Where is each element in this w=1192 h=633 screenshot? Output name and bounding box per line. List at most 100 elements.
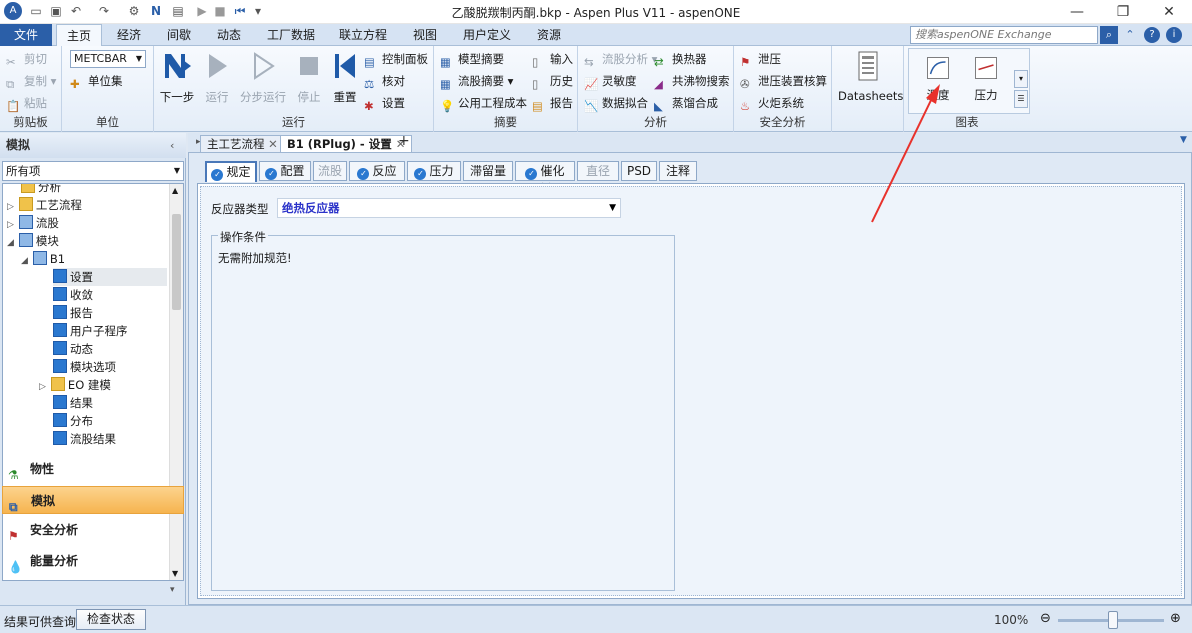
tab-menu-icon[interactable]: ▼ <box>1180 135 1187 145</box>
unit-set-select[interactable]: METCBAR ▼ <box>70 50 146 68</box>
flare-system-button[interactable]: ♨ 火炬系统 <box>740 94 804 113</box>
relief-rating-button[interactable]: ✇ 泄压装置核算 <box>740 72 827 91</box>
nav-properties[interactable]: ⚗ 物性 <box>2 455 184 483</box>
minimize-button[interactable]: — <box>1054 0 1100 24</box>
menu-home[interactable]: 主页 <box>56 24 102 46</box>
tree-item-dynamic[interactable]: 动态 <box>53 340 93 358</box>
nav-safety-analysis[interactable]: ⚑ 安全分析 <box>2 516 184 544</box>
heat-exchanger-button[interactable]: ⇄ 换热器 <box>654 50 707 69</box>
check-status-button[interactable]: 检查状态 <box>76 609 146 630</box>
tree-item-results[interactable]: 结果 <box>53 394 93 412</box>
close-button[interactable]: ✕ <box>1146 0 1192 24</box>
tree-item-profiles[interactable]: 分布 <box>53 412 93 430</box>
model-summary-button[interactable]: ▦ 模型摘要 <box>440 50 504 69</box>
tab-pressure[interactable]: ✓ 压力 <box>407 161 461 181</box>
tree-item-b1[interactable]: ◢ B1 <box>21 250 65 268</box>
sensitivity-button[interactable]: 📈 灵敏度 <box>584 72 637 91</box>
tree-item-user-subroutines[interactable]: 用户子程序 <box>53 322 128 340</box>
expand-icon[interactable]: ▷ <box>7 202 14 212</box>
tab-diameter[interactable]: 直径 <box>577 161 619 181</box>
azeotrope-search-button[interactable]: ◢ 共沸物搜索 <box>654 72 730 91</box>
stream-analysis-button[interactable]: ⇆ 流股分析 ▾ <box>584 50 657 69</box>
close-tab-icon[interactable]: ✕ <box>268 137 278 151</box>
history-button[interactable]: ▯ 历史 <box>532 72 573 91</box>
tree-item-stream-results[interactable]: 流股结果 <box>53 430 116 448</box>
tree-item-report[interactable]: 报告 <box>53 304 93 322</box>
collapse-icon[interactable]: ◢ <box>21 256 28 266</box>
collapse-ribbon-icon[interactable]: ⌃ <box>1122 27 1138 43</box>
pressure-plot-button[interactable]: 压力 <box>966 56 1006 103</box>
zoom-slider-thumb[interactable] <box>1108 611 1118 629</box>
tree-item-convergence[interactable]: 收敛 <box>53 286 93 304</box>
help-icon[interactable]: ? <box>1144 27 1160 43</box>
run-button[interactable]: 运行 <box>200 50 234 105</box>
datasheets-button[interactable]: Datasheets <box>838 50 903 103</box>
nav-filter-select[interactable]: 所有项 ▼ <box>2 161 184 181</box>
pressure-relief-button[interactable]: ⚑ 泄压 <box>740 50 781 69</box>
tab-specifications[interactable]: ✓ 规定 <box>205 161 257 182</box>
about-icon[interactable]: i <box>1166 27 1182 43</box>
expand-icon[interactable]: ▷ <box>39 382 46 392</box>
menu-economics[interactable]: 经济 <box>106 24 152 46</box>
menu-file[interactable]: 文件 <box>0 24 52 46</box>
tab-configuration[interactable]: ✓ 配置 <box>259 161 311 181</box>
menu-batch[interactable]: 间歇 <box>156 24 202 46</box>
reactor-type-select[interactable]: 绝热反应器 ▼ <box>277 198 621 218</box>
menu-view[interactable]: 视图 <box>402 24 448 46</box>
copy-button[interactable]: ⧉ 复制 ▾ <box>6 72 56 91</box>
tab-catalyst[interactable]: ✓催化剂 <box>515 161 575 196</box>
tab-psd[interactable]: PSD <box>621 161 657 181</box>
nav-more-icon[interactable]: ▾ <box>170 585 175 595</box>
gallery-scroll-down[interactable]: ▾ <box>1014 70 1028 88</box>
report-button[interactable]: ▤ 报告 <box>532 94 573 113</box>
reconcile-button[interactable]: ⚖ 核对 <box>364 72 405 91</box>
zoom-out-icon[interactable]: ⊖ <box>1040 611 1051 626</box>
collapse-icon[interactable]: ◢ <box>7 238 14 248</box>
stream-summary-button[interactable]: ▦ 流股摘要 ▾ <box>440 72 513 91</box>
utility-costs-button[interactable]: 💡 公用工程成本 <box>440 94 527 113</box>
stop-button[interactable]: 停止 <box>292 50 326 105</box>
tree-item-blocks[interactable]: ◢ 模块 <box>7 232 59 250</box>
menu-customize[interactable]: 用户定义 <box>454 24 520 46</box>
search-icon[interactable]: ⌕ <box>1100 26 1118 44</box>
gallery-expand[interactable]: ☰ <box>1014 90 1028 108</box>
menu-plant-data[interactable]: 工厂数据 <box>258 24 324 46</box>
nav-energy-analysis[interactable]: 💧 能量分析 <box>2 547 184 575</box>
tree-item-flowsheet[interactable]: ▷ 工艺流程 <box>7 196 82 214</box>
input-button[interactable]: ▯ 输入 <box>532 50 573 69</box>
collapse-nav-icon[interactable]: ‹ <box>170 139 174 152</box>
distillation-synthesis-button[interactable]: ◣ 蒸馏合成 <box>654 94 718 113</box>
tab-b1-setup[interactable]: B1 (RPlug) - 设置 ✕ <box>280 135 413 152</box>
exchange-search-input[interactable]: 搜索aspenONE Exchange <box>910 26 1098 44</box>
tree-item-streams[interactable]: ▷ 流股 <box>7 214 59 232</box>
tab-reactions[interactable]: ✓ 反应 <box>349 161 405 181</box>
next-button[interactable]: 下一步 <box>158 50 196 105</box>
tree-item-block-options[interactable]: 模块选项 <box>53 358 116 376</box>
menu-equation-oriented[interactable]: 联立方程 <box>330 24 396 46</box>
zoom-in-icon[interactable]: ⊕ <box>1170 611 1181 626</box>
menu-resources[interactable]: 资源 <box>526 24 572 46</box>
unit-sets-button[interactable]: ✚ 单位集 <box>70 72 123 91</box>
control-panel-button[interactable]: ▤ 控制面板 <box>364 50 428 69</box>
data-fit-button[interactable]: 📉 数据拟合 <box>584 94 648 113</box>
tab-comments[interactable]: 注释 <box>659 161 697 181</box>
step-button[interactable]: 分步运行 <box>238 50 288 105</box>
nav-simulation[interactable]: ⧉ 模拟 <box>2 486 184 514</box>
reset-button[interactable]: 重置 <box>328 50 362 105</box>
tab-streams[interactable]: 流股 <box>313 161 347 181</box>
expand-icon[interactable]: ▷ <box>7 220 14 230</box>
scroll-up-icon[interactable]: ▲ <box>172 186 178 195</box>
run-settings-button[interactable]: ✱ 设置 <box>364 94 405 113</box>
menu-dynamics[interactable]: 动态 <box>206 24 252 46</box>
temperature-plot-button[interactable]: 温度 <box>918 56 958 103</box>
scroll-thumb[interactable] <box>172 214 181 310</box>
tab-main-flowsheet[interactable]: 主工艺流程 ✕ <box>200 135 285 152</box>
tree-item-setup[interactable]: 设置 <box>53 268 167 286</box>
paste-button[interactable]: 📋 粘贴 <box>6 94 47 113</box>
restore-button[interactable]: ❐ <box>1100 0 1146 24</box>
tree-item-eo-modeling[interactable]: ▷ EO 建模 <box>39 376 111 394</box>
cut-button[interactable]: ✂ 剪切 <box>6 50 47 69</box>
add-tab-icon[interactable]: + <box>398 133 410 149</box>
tree-item-analysis[interactable]: 分析 <box>21 184 61 196</box>
tab-holdup[interactable]: 滞留量 <box>463 161 513 181</box>
